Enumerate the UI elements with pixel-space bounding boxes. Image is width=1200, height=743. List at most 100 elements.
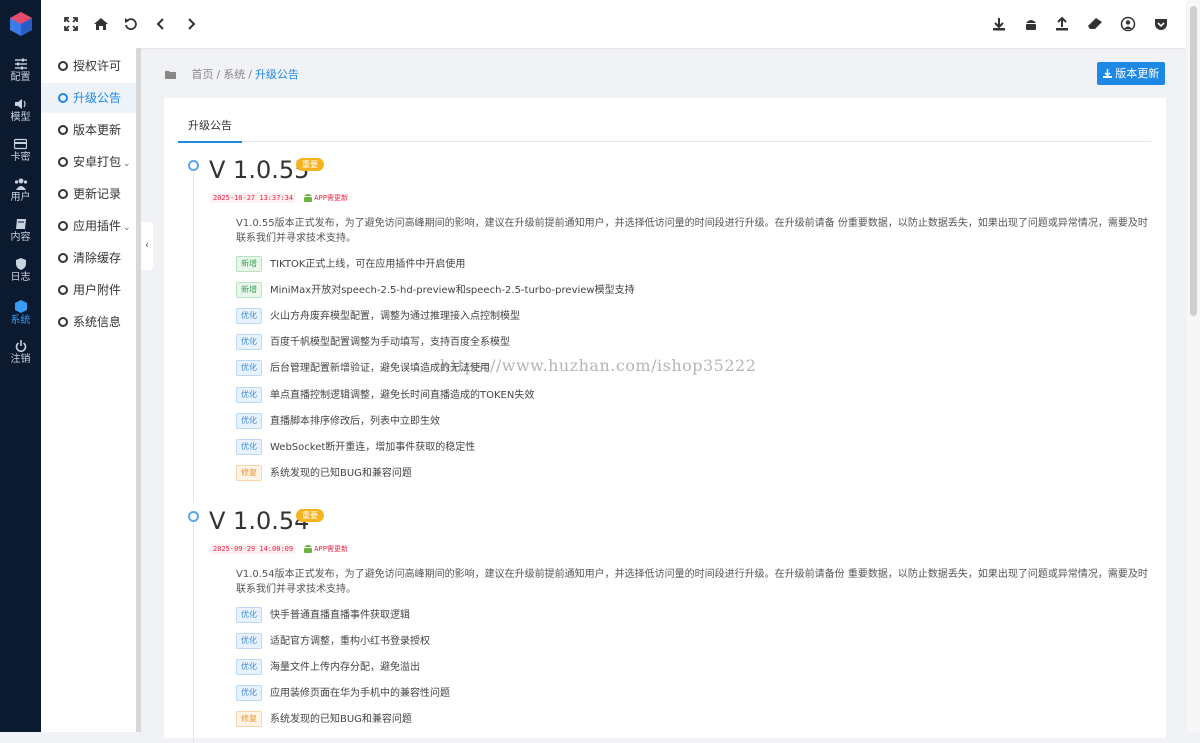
subnav-item-update-log[interactable]: 更新记录 <box>41 179 137 209</box>
change-text: 火山方舟废弃模型配置，调整为通过推理接入点控制模型 <box>270 311 520 322</box>
breadcrumb: 首页 / 系统 / 升级公告 <box>165 66 299 82</box>
timeline-line <box>193 523 194 743</box>
rail-item-log[interactable]: 日志 <box>0 252 41 292</box>
breadcrumb-separator: / <box>248 68 252 81</box>
rail-label: 模型 <box>10 112 31 123</box>
shield-icon <box>15 258 26 270</box>
timeline-dot <box>188 160 199 171</box>
change-tag: 优化 <box>236 607 262 623</box>
page-scrollbar[interactable] <box>1187 0 1200 732</box>
chevron-down-icon: ⌄ <box>123 223 131 233</box>
rail-item-model[interactable]: 模型 <box>0 92 41 132</box>
rail-item-logout[interactable]: 注销 <box>0 334 41 374</box>
release-datetime: 2025-09-29 14:08:09 <box>211 544 296 554</box>
user-icon[interactable] <box>1120 16 1136 32</box>
change-item: 优化 海量文件上传内存分配，避免溢出 <box>236 659 420 675</box>
circle-icon <box>58 253 68 263</box>
collapse-sidebar-button[interactable]: ‹ <box>141 222 153 270</box>
change-text: 直播脚本排序修改后，列表中立即生效 <box>270 416 440 427</box>
change-tag: 修复 <box>236 465 262 481</box>
sliders-icon <box>14 58 27 70</box>
change-tag: 优化 <box>236 308 262 324</box>
subnav-label: 安卓打包 <box>73 155 122 169</box>
change-item: 修复 系统发现的已知BUG和兼容问题 <box>236 711 412 727</box>
subnav-item-attachments[interactable]: 用户附件 <box>41 275 137 305</box>
subnav-label: 更新记录 <box>73 187 122 201</box>
rail-item-config[interactable]: 配置 <box>0 52 41 92</box>
subnav-label: 应用插件 <box>73 219 122 233</box>
android-icon[interactable] <box>1023 16 1039 32</box>
card-icon <box>14 138 27 150</box>
important-badge: 重要 <box>296 509 324 522</box>
change-text: 百度千帆模型配置调整为手动填写，支持百度全系模型 <box>270 337 510 348</box>
refresh-icon[interactable] <box>123 16 139 32</box>
release-version: V 1.0.55 <box>209 156 310 184</box>
tab-bar: 升级公告 <box>178 117 1151 143</box>
change-tag: 优化 <box>236 413 262 429</box>
pocket-icon[interactable] <box>1153 16 1169 32</box>
change-item: 优化 快手普通直播直播事件获取逻辑 <box>236 607 410 623</box>
rail-item-system[interactable]: 系统 <box>0 294 41 334</box>
subnav-item-version[interactable]: 版本更新 <box>41 115 137 145</box>
subnav-item-announcement[interactable]: 升级公告 <box>41 83 137 113</box>
change-tag: 新增 <box>236 282 262 298</box>
top-bar <box>41 0 1186 49</box>
breadcrumb-home[interactable]: 首页 <box>192 68 214 81</box>
subnav-scrollbar[interactable] <box>136 48 141 732</box>
forward-icon[interactable] <box>183 16 199 32</box>
change-text: 适配官方调整，重构小红书登录授权 <box>270 636 430 647</box>
change-item: 优化 应用装修页面在华为手机中的兼容性问题 <box>236 685 450 701</box>
subnav-item-android-pack[interactable]: 安卓打包 ⌄ <box>41 147 137 177</box>
version-update-label: 版本更新 <box>1115 67 1160 80</box>
subnav-label: 系统信息 <box>73 315 122 329</box>
circle-icon <box>58 221 68 231</box>
fullscreen-icon[interactable] <box>63 16 79 32</box>
change-text: 快手普通直播直播事件获取逻辑 <box>270 610 410 621</box>
subnav-item-system-info[interactable]: 系统信息 <box>41 307 137 337</box>
subnav-item-clear-cache[interactable]: 清除缓存 <box>41 243 137 273</box>
subnav-label: 清除缓存 <box>73 251 122 265</box>
rail-item-card[interactable]: 卡密 <box>0 132 41 172</box>
change-tag: 优化 <box>236 633 262 649</box>
icon-rail: 配置 模型 卡密 用户 内容 日志 系统 注销 <box>0 0 41 732</box>
version-update-button[interactable]: 版本更新 <box>1097 62 1165 85</box>
release-version: V 1.0.54 <box>209 507 310 535</box>
change-tag: 优化 <box>236 439 262 455</box>
subnav-item-license[interactable]: 授权许可 <box>41 51 137 81</box>
book-icon <box>15 219 26 229</box>
change-item: 优化 百度千帆模型配置调整为手动填写，支持百度全系模型 <box>236 334 510 350</box>
breadcrumb-section[interactable]: 系统 <box>223 68 245 81</box>
change-text: 海量文件上传内存分配，避免溢出 <box>270 662 420 673</box>
timeline-line <box>193 172 194 502</box>
scrollbar-thumb[interactable] <box>1190 6 1197 316</box>
rail-item-users[interactable]: 用户 <box>0 172 41 212</box>
circle-icon <box>58 189 68 199</box>
eraser-icon[interactable] <box>1087 16 1103 32</box>
rail-label: 系统 <box>10 315 31 326</box>
change-text: 系统发现的已知BUG和兼容问题 <box>270 468 412 479</box>
breadcrumb-current: 升级公告 <box>254 68 299 81</box>
cube-icon <box>14 300 27 313</box>
back-icon[interactable] <box>153 16 169 32</box>
rail-label: 配置 <box>10 72 31 83</box>
home-icon[interactable] <box>93 16 109 32</box>
rail-label: 注销 <box>10 354 31 365</box>
change-item: 优化 火山方舟废弃模型配置，调整为通过推理接入点控制模型 <box>236 308 520 324</box>
download-icon[interactable] <box>991 16 1007 32</box>
change-text: 应用装修页面在华为手机中的兼容性问题 <box>270 688 450 699</box>
tab-announcement[interactable]: 升级公告 <box>178 117 242 143</box>
subnav-label: 用户附件 <box>73 283 122 297</box>
power-icon <box>15 340 26 352</box>
breadcrumb-separator: / <box>216 68 221 81</box>
tab-label: 升级公告 <box>188 119 232 132</box>
download-icon <box>1102 69 1112 78</box>
rail-item-content[interactable]: 内容 <box>0 212 41 252</box>
release-meta: 2025-10-27 13:37:34 APP需更新 <box>211 192 348 203</box>
subnav-item-plugins[interactable]: 应用插件 ⌄ <box>41 211 137 241</box>
rail-label: 日志 <box>10 272 31 283</box>
change-item: 优化 WebSocket断开重连，增加事件获取的稳定性 <box>236 439 475 455</box>
change-tag: 优化 <box>236 387 262 403</box>
upload-icon[interactable] <box>1054 16 1070 32</box>
change-text: 单点直播控制逻辑调整，避免长时间直播造成的TOKEN失效 <box>270 390 535 401</box>
change-item: 新增 TIKTOK正式上线，可在应用插件中开启使用 <box>236 256 465 272</box>
